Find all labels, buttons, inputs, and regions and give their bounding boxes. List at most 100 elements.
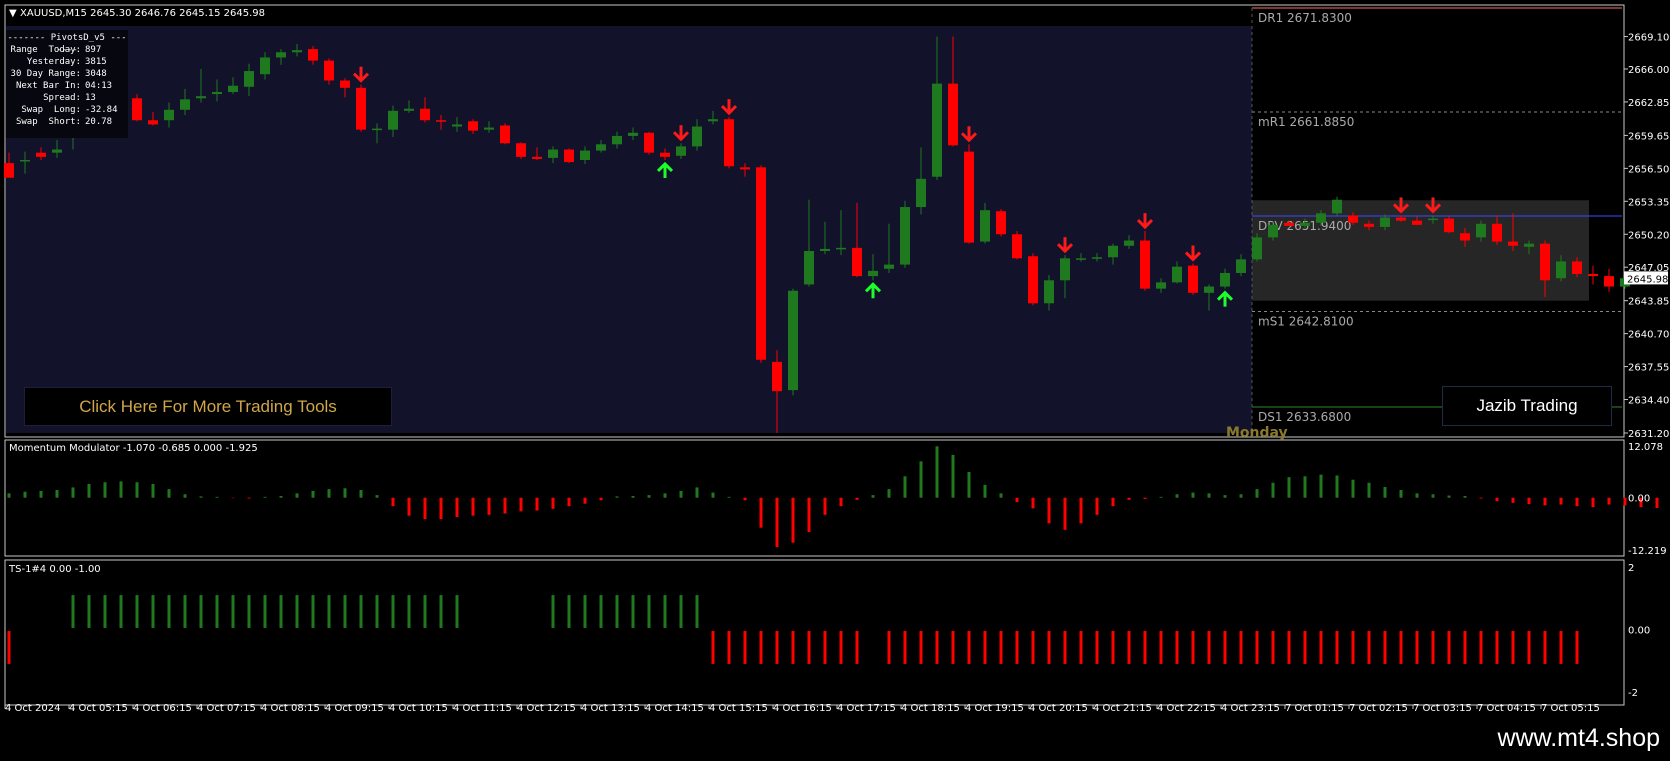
candle-body: [1588, 274, 1598, 277]
candle-body: [644, 132, 654, 153]
candle-body: [1108, 245, 1118, 258]
momentum-y-label: 12.078: [1628, 442, 1663, 453]
candle-body: [964, 151, 974, 243]
ts-pane[interactable]: [4, 559, 1625, 706]
candle-body: [260, 57, 270, 75]
candle-body: [228, 85, 238, 92]
y-axis-label: 2653.35: [1628, 197, 1669, 208]
y-axis-label: 2656.50: [1628, 164, 1669, 175]
candle-body: [580, 150, 590, 160]
candle-body: [1348, 215, 1358, 223]
info-panel-title: ------- PivotsD_v5 -------: [7, 33, 127, 55]
momentum-y-label: 0.00: [1628, 494, 1650, 505]
time-axis-label: 4 Oct 14:15: [645, 703, 704, 714]
candle-body: [1284, 222, 1294, 226]
time-axis-label: 4 Oct 08:15: [261, 703, 320, 714]
pivot-label-ds1: DS1 2633.6800: [1258, 410, 1351, 424]
candle-body: [20, 159, 30, 162]
candle-body: [1556, 261, 1566, 279]
momentum-header: Momentum Modulator -1.070 -0.685 0.000 -…: [9, 443, 258, 454]
candle-body: [1476, 223, 1486, 238]
candle-body: [1364, 223, 1374, 227]
info-row: Spread: 13: [6, 92, 128, 104]
candle-body: [1428, 218, 1438, 221]
time-axis-label: 4 Oct 22:15: [1157, 703, 1216, 714]
candle-body: [196, 96, 206, 99]
y-axis-label: 2634.40: [1628, 396, 1669, 407]
candle-body: [772, 361, 782, 392]
time-axis-label: 4 Oct 12:15: [517, 703, 576, 714]
time-axis-label: 7 Oct 02:15: [1349, 703, 1408, 714]
time-axis-label: 4 Oct 19:15: [965, 703, 1024, 714]
candle-body: [292, 50, 302, 53]
candle-body: [1604, 276, 1614, 287]
candle-body: [1060, 258, 1070, 281]
time-axis-label: 7 Oct 03:15: [1413, 703, 1472, 714]
candle-body: [4, 163, 14, 178]
time-axis-label: 4 Oct 13:15: [581, 703, 640, 714]
chart-header: XAUUSD,M15 2645.30 2646.76 2645.15 2645.…: [20, 8, 265, 19]
time-axis-label: 4 Oct 06:15: [133, 703, 192, 714]
candle-body: [484, 127, 494, 130]
candle-body: [836, 247, 846, 250]
jazib-trading-button[interactable]: Jazib Trading: [1442, 386, 1612, 426]
ts-header: TS-1#4 0.00 -1.00: [8, 564, 101, 575]
time-axis-label: 4 Oct 17:15: [837, 703, 896, 714]
candle-body: [468, 121, 478, 131]
candle-body: [388, 110, 398, 130]
time-axis-label: 4 Oct 11:15: [453, 703, 512, 714]
candle-body: [596, 144, 606, 151]
candle-body: [1236, 259, 1246, 273]
candle-body: [244, 71, 254, 87]
y-axis-label: 2650.20: [1628, 230, 1669, 241]
candle-body: [164, 109, 174, 121]
candle-body: [516, 143, 526, 157]
candle-body: [180, 99, 190, 110]
candle-body: [436, 120, 446, 122]
time-axis-label: 7 Oct 04:15: [1477, 703, 1536, 714]
time-axis-label: 4 Oct 07:15: [197, 703, 256, 714]
candle-body: [1188, 265, 1198, 293]
candle-body: [212, 91, 222, 95]
candle-body: [1252, 237, 1262, 260]
info-row-label: Yesterday:: [26, 57, 81, 67]
pivots-info-panel: ------- PivotsD_v5 ------- Range Today: 8…: [6, 30, 128, 138]
session-label: Monday: [1226, 425, 1288, 441]
candle-body: [868, 270, 878, 277]
candle-body: [756, 167, 766, 360]
info-row-value: 897: [85, 45, 102, 55]
candle-body: [1460, 233, 1470, 241]
y-axis-label: 2640.70: [1628, 330, 1669, 341]
info-row-label: Next Bar In:: [15, 81, 81, 91]
time-axis-label: 4 Oct 16:15: [773, 703, 832, 714]
info-row-value: 3815: [85, 57, 107, 67]
candle-body: [660, 152, 670, 157]
candle-body: [1524, 243, 1534, 247]
candle-body: [948, 83, 958, 146]
info-row-label: Spread:: [43, 93, 81, 103]
candle-body: [276, 52, 286, 58]
candle-body: [884, 264, 894, 269]
candle-body: [1076, 258, 1086, 260]
candle-body: [148, 120, 158, 125]
info-row-value: 04:13: [85, 81, 113, 91]
chevron-down-icon[interactable]: ▼: [9, 8, 17, 19]
candle-body: [532, 156, 542, 159]
y-axis-label: 2666.00: [1628, 65, 1669, 76]
info-row-label: Range Today:: [10, 45, 81, 55]
time-axis-label: 4 Oct 10:15: [389, 703, 448, 714]
y-axis-label: 2643.85: [1628, 297, 1669, 308]
info-row-value: 3048: [85, 69, 107, 79]
time-axis-label: 4 Oct 18:15: [901, 703, 960, 714]
y-axis-label: 2637.55: [1628, 363, 1669, 374]
candle-body: [1572, 261, 1582, 275]
watermark-text: www.mt4.shop: [1497, 724, 1660, 752]
candle-body: [36, 152, 46, 157]
candle-body: [1540, 243, 1550, 281]
candle-body: [1028, 256, 1038, 304]
time-axis-label: 7 Oct 01:15: [1285, 703, 1344, 714]
trading-chart[interactable]: DR1 2671.8300mR1 2661.8850DPV 2651.9400m…: [0, 0, 1670, 761]
pivot-label-ms1: mS1 2642.8100: [1258, 315, 1354, 329]
candle-body: [1156, 282, 1166, 289]
more-trading-tools-button[interactable]: Click Here For More Trading Tools: [24, 387, 392, 426]
